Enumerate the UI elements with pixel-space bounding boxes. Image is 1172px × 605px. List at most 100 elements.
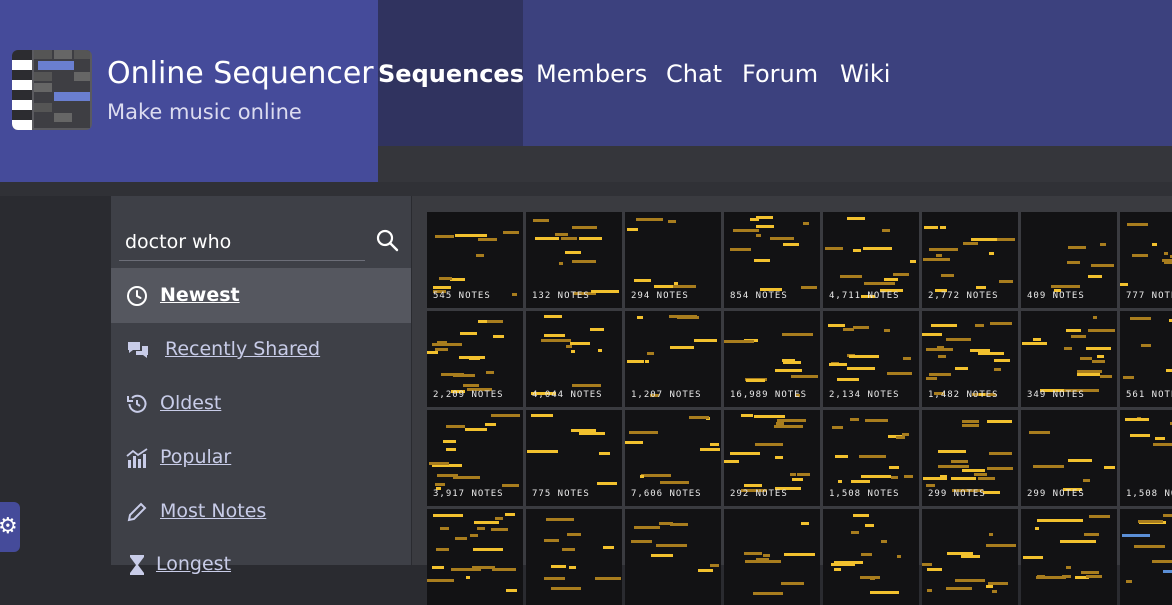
sequence-thumbnail[interactable]: 2,209 NOTES (427, 311, 523, 407)
sort-sidebar: Newest Recently Shared Oldest Popular Mo… (111, 196, 411, 575)
sequencer-logo-icon (12, 50, 92, 130)
sort-newest-label[interactable]: Newest (160, 284, 240, 306)
note-count-label: 2,772 NOTES (928, 291, 999, 301)
sort-popular[interactable]: Popular (111, 431, 411, 485)
sort-longest[interactable]: Longest (111, 539, 411, 593)
nav-members[interactable]: Members (536, 0, 647, 146)
sequence-thumbnail[interactable]: 299 NOTES (922, 410, 1018, 506)
note-count-label: 775 NOTES (532, 489, 590, 499)
sequence-thumbnail[interactable] (625, 509, 721, 605)
sort-popular-label[interactable]: Popular (160, 446, 231, 468)
search-icon[interactable] (375, 228, 399, 252)
note-count-label: 7,606 NOTES (631, 489, 702, 499)
sequence-thumbnail[interactable]: 2,772 NOTES (922, 212, 1018, 308)
sort-recently-shared-label[interactable]: Recently Shared (165, 338, 320, 360)
hourglass-icon (130, 555, 144, 575)
sequence-thumbnail[interactable]: 1,482 NOTES (922, 311, 1018, 407)
sequence-thumbnail[interactable]: 1,508 NOTES (1120, 410, 1172, 506)
sequence-thumbnail[interactable]: 561 NOTES (1120, 311, 1172, 407)
sort-newest[interactable]: Newest (111, 269, 411, 323)
sequence-thumbnail[interactable]: 2,134 NOTES (823, 311, 919, 407)
sequence-thumbnail[interactable]: 545 NOTES (427, 212, 523, 308)
search-input[interactable] (123, 226, 365, 258)
note-count-label: 16,989 NOTES (730, 390, 808, 400)
sequence-grid: 545 NOTES 132 NOTES 294 NOTES 854 NOTES 4,71… (412, 196, 1172, 605)
note-preview-pattern (831, 514, 901, 594)
note-count-label: 132 NOTES (532, 291, 590, 301)
sequence-thumbnail[interactable]: 854 NOTES (724, 212, 820, 308)
note-count-label: 1,508 NOTES (1126, 489, 1172, 499)
content-top-border (0, 182, 1172, 196)
sequence-thumbnail[interactable]: 775 NOTES (526, 410, 622, 506)
sequence-thumbnail[interactable]: 294 NOTES (625, 212, 721, 308)
sequence-thumbnail[interactable] (1021, 509, 1117, 605)
sequence-thumbnail[interactable]: 299 NOTES (1021, 410, 1117, 506)
sequence-thumbnail[interactable]: 3,917 NOTES (427, 410, 523, 506)
note-preview-pattern (1122, 514, 1172, 583)
sequence-thumbnail[interactable] (922, 509, 1018, 605)
note-count-label: 292 NOTES (730, 489, 788, 499)
site-logo-block[interactable]: Online Sequencer Make music online (0, 0, 378, 182)
sequence-thumbnail[interactable]: 292 NOTES (724, 410, 820, 506)
search-field (119, 222, 365, 261)
nav-forum[interactable]: Forum (742, 0, 818, 146)
note-count-label: 1,508 NOTES (829, 489, 900, 499)
sort-oldest-label[interactable]: Oldest (160, 392, 221, 414)
top-navigation: Sequences Members Chat Forum Wiki (378, 0, 1172, 146)
site-title: Online Sequencer (107, 56, 374, 91)
note-count-label: 1,482 NOTES (928, 390, 999, 400)
note-count-label: 1,207 NOTES (631, 390, 702, 400)
sequence-thumbnail[interactable]: 4,711 NOTES (823, 212, 919, 308)
note-preview-pattern (544, 518, 621, 590)
note-count-label: 409 NOTES (1027, 291, 1085, 301)
note-preview-pattern (1023, 515, 1110, 579)
pencil-icon (127, 502, 147, 522)
gear-icon: ⚙ (0, 514, 18, 539)
sequence-thumbnail[interactable]: 349 NOTES (1021, 311, 1117, 407)
note-count-label: 3,917 NOTES (433, 489, 504, 499)
sequence-thumbnail[interactable] (427, 509, 523, 605)
note-count-label: 4,044 NOTES (532, 390, 603, 400)
nav-sequences[interactable]: Sequences (378, 0, 524, 146)
sequence-thumbnail[interactable] (526, 509, 622, 605)
nav-chat[interactable]: Chat (666, 0, 722, 146)
trending-chart-icon (126, 448, 148, 468)
note-count-label: 2,209 NOTES (433, 390, 504, 400)
sequence-thumbnail[interactable]: 1,508 NOTES (823, 410, 919, 506)
note-count-label: 349 NOTES (1027, 390, 1085, 400)
note-preview-pattern (631, 522, 719, 572)
sequence-thumbnail[interactable]: 409 NOTES (1021, 212, 1117, 308)
sequence-thumbnail[interactable] (724, 509, 820, 605)
note-preview-pattern (922, 533, 1016, 593)
sequence-thumbnail[interactable] (823, 509, 919, 605)
note-count-label: 545 NOTES (433, 291, 491, 301)
sequence-thumbnail[interactable]: 4,044 NOTES (526, 311, 622, 407)
sort-oldest[interactable]: Oldest (111, 377, 411, 431)
sort-most-notes[interactable]: Most Notes (111, 485, 411, 539)
sequence-thumbnail[interactable]: 132 NOTES (526, 212, 622, 308)
note-count-label: 4,711 NOTES (829, 291, 900, 301)
sort-most-notes-label[interactable]: Most Notes (160, 500, 266, 522)
subheader-strip (378, 146, 1172, 182)
note-preview-pattern (744, 522, 815, 595)
sequence-thumbnail[interactable]: 16,989 NOTES (724, 311, 820, 407)
note-count-label: 777 NOTES (1126, 291, 1172, 301)
sequence-thumbnail[interactable]: 7,606 NOTES (625, 410, 721, 506)
chat-bubbles-icon (128, 342, 148, 358)
history-icon (127, 394, 147, 413)
sequence-thumbnail[interactable]: 777 NOTES (1120, 212, 1172, 308)
sequence-thumbnail[interactable]: 1,207 NOTES (625, 311, 721, 407)
note-count-label: 2,134 NOTES (829, 390, 900, 400)
settings-button[interactable]: ⚙ (0, 502, 20, 552)
sort-longest-label[interactable]: Longest (156, 553, 231, 575)
nav-wiki[interactable]: Wiki (840, 0, 890, 146)
note-count-label: 299 NOTES (1027, 489, 1085, 499)
sort-recently-shared[interactable]: Recently Shared (111, 323, 411, 377)
site-tagline: Make music online (107, 100, 302, 124)
note-count-label: 854 NOTES (730, 291, 788, 301)
note-count-label: 294 NOTES (631, 291, 689, 301)
note-count-label: 561 NOTES (1126, 390, 1172, 400)
clock-icon (127, 286, 147, 306)
sequence-thumbnail[interactable] (1120, 509, 1172, 605)
note-preview-pattern (427, 513, 517, 592)
